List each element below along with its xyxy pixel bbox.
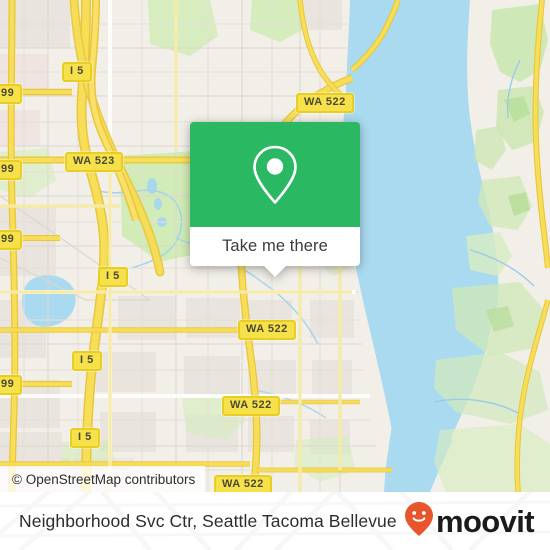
location-popup-card[interactable]: Take me there	[190, 122, 360, 277]
shield-i5-south: I 5	[72, 351, 102, 371]
shield-99-c: 99	[0, 230, 23, 250]
shield-99-a: 99	[0, 84, 23, 104]
map-pin-icon	[251, 144, 299, 206]
moovit-pin-smiley-icon	[404, 501, 434, 542]
take-me-there-label: Take me there	[222, 237, 328, 255]
shield-99-d: 99	[0, 375, 23, 395]
shield-wa523: WA 523	[65, 152, 123, 172]
attribution-text: © OpenStreetMap contributors	[12, 471, 196, 487]
shield-wa522-mid: WA 522	[238, 320, 296, 340]
map-attribution[interactable]: © OpenStreetMap contributors	[0, 466, 206, 492]
map-canvas[interactable]: I 5 99 WA 522 WA 523 99 99 I 5 WA 522 I …	[0, 0, 550, 492]
shield-wa522-south: WA 522	[222, 396, 280, 416]
shield-wa522-bottom: WA 522	[214, 475, 272, 492]
shield-i5-north: I 5	[62, 62, 92, 82]
map-screenshot: I 5 99 WA 522 WA 523 99 99 I 5 WA 522 I …	[0, 0, 550, 550]
place-name: Neighborhood Svc Ctr, Seattle Tacoma Bel…	[19, 510, 397, 531]
moovit-logo: moovit	[404, 501, 535, 542]
shield-99-b: 99	[0, 160, 23, 180]
footer-bar: Neighborhood Svc Ctr, Seattle Tacoma Bel…	[0, 492, 550, 550]
shield-i5-bottom: I 5	[70, 428, 100, 448]
popup-image-area	[190, 122, 360, 227]
popup-pointer	[264, 266, 286, 277]
shield-i5-mid: I 5	[98, 267, 128, 287]
shield-wa522-north: WA 522	[296, 93, 354, 113]
moovit-wordmark: moovit	[435, 503, 535, 539]
take-me-there-button[interactable]: Take me there	[190, 227, 360, 266]
